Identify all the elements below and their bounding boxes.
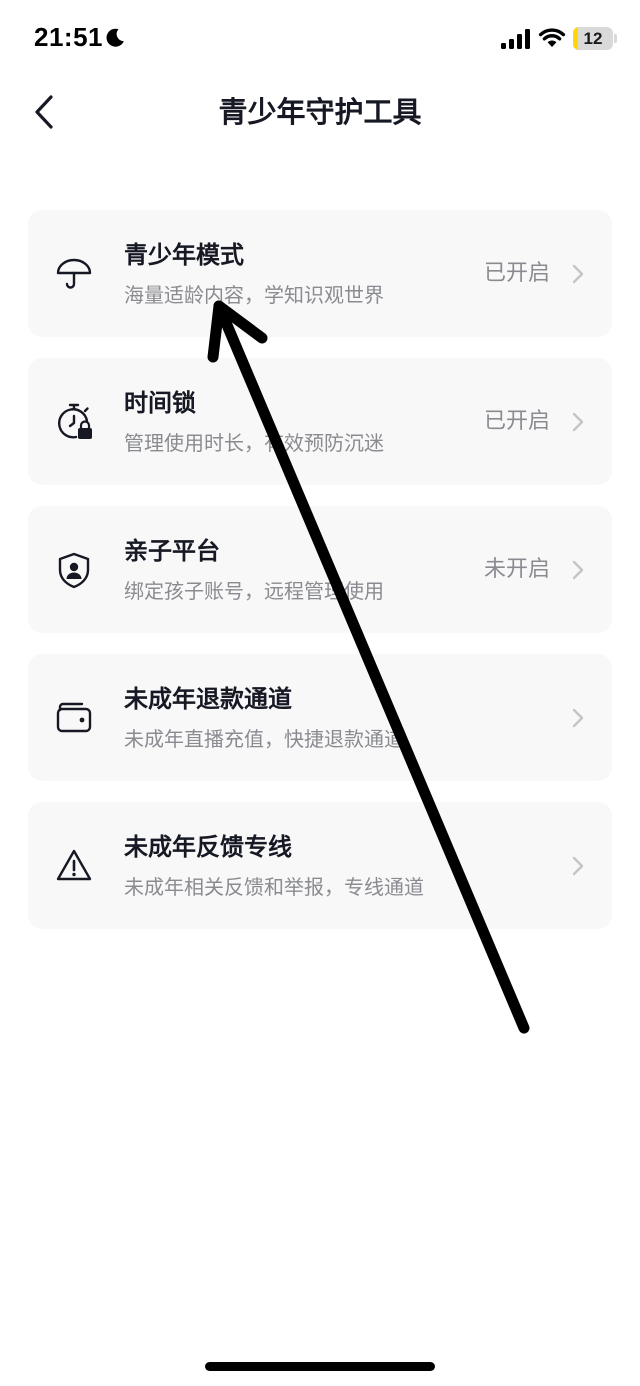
moon-icon	[106, 28, 124, 47]
status-time: 21:51	[34, 22, 103, 52]
cellular-signal-icon	[501, 29, 530, 49]
chevron-right-icon	[572, 708, 584, 728]
card-title: 未成年退款通道	[124, 685, 292, 713]
card-title: 时间锁	[124, 389, 196, 417]
card-time-lock[interactable]: 时间锁 管理使用时长，有效预防沉迷 已开启	[28, 358, 612, 485]
card-subtitle: 管理使用时长，有效预防沉迷	[124, 431, 384, 455]
page-title: 青少年守护工具	[218, 95, 422, 129]
card-subtitle: 未成年相关反馈和举报，专线通道	[124, 875, 424, 899]
card-status: 已开启	[483, 261, 550, 286]
chevron-right-icon	[572, 412, 584, 432]
tool-list: 青少年模式 海量适龄内容，学知识观世界 已开启 时间锁 管理使用时长，有效预防沉…	[28, 210, 612, 950]
card-subtitle: 海量适龄内容，学知识观世界	[124, 283, 384, 307]
battery-icon: 12	[573, 27, 613, 50]
battery-tip	[614, 34, 617, 43]
shield-user-icon	[58, 552, 90, 589]
card-minor-feedback[interactable]: 未成年反馈专线 未成年相关反馈和举报，专线通道	[28, 802, 612, 929]
card-parent-platform[interactable]: 亲子平台 绑定孩子账号，远程管理使用 未开启	[28, 506, 612, 633]
card-title: 亲子平台	[124, 537, 220, 565]
card-title: 青少年模式	[124, 241, 244, 269]
battery-level: 12	[583, 29, 603, 48]
wifi-icon	[538, 28, 566, 47]
chevron-right-icon	[572, 856, 584, 876]
card-status: 已开启	[483, 409, 550, 434]
card-subtitle: 绑定孩子账号，远程管理使用	[124, 579, 384, 603]
status-bar: 21:51 12	[0, 0, 640, 80]
home-indicator[interactable]	[205, 1362, 435, 1371]
chevron-right-icon	[572, 264, 584, 284]
wallet-icon	[56, 702, 92, 733]
card-subtitle: 未成年直播充值，快捷退款通道	[124, 727, 404, 751]
card-teen-mode[interactable]: 青少年模式 海量适龄内容，学知识观世界 已开启	[28, 210, 612, 337]
warning-triangle-icon	[56, 849, 92, 881]
chevron-right-icon	[572, 560, 584, 580]
card-minor-refund[interactable]: 未成年退款通道 未成年直播充值，快捷退款通道	[28, 654, 612, 781]
card-status: 未开启	[483, 557, 550, 582]
timer-lock-icon	[58, 403, 92, 439]
umbrella-icon	[56, 258, 92, 289]
card-title: 未成年反馈专线	[124, 833, 292, 861]
